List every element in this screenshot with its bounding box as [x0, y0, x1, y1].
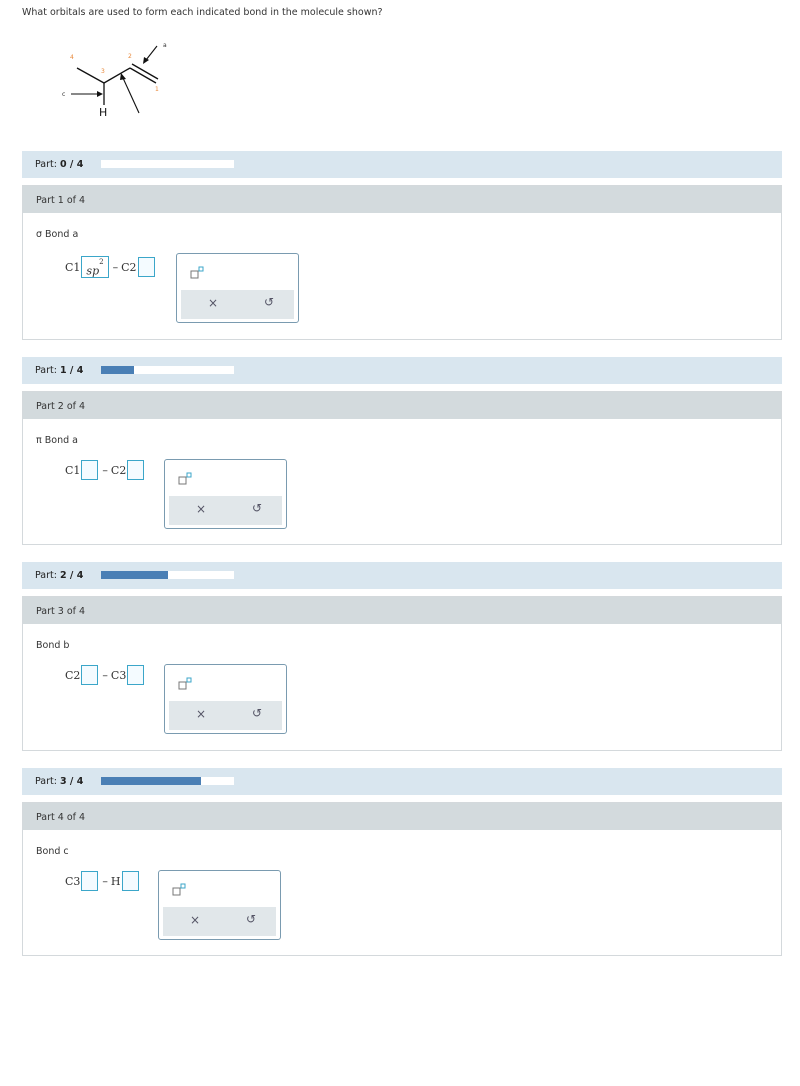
clear-button[interactable]: ×	[190, 913, 200, 927]
orbital-input-right[interactable]	[127, 460, 145, 480]
answer-expression: C3 – H	[65, 871, 140, 891]
part-card-2: Part 2 of 4 π Bond a C1 – C2 × ↺	[22, 391, 782, 545]
part-header: Part 3 of 4	[23, 597, 781, 624]
toolbox-actions: × ↺	[169, 701, 282, 730]
progress-bar: Part: 1 / 4	[22, 357, 782, 384]
superscript-icon[interactable]	[178, 472, 192, 486]
clear-button[interactable]: ×	[208, 296, 218, 310]
part-card-3: Part 3 of 4 Bond b C2 – C3 × ↺	[22, 596, 782, 751]
bond-label-a: a	[163, 42, 167, 49]
undo-button[interactable]: ↺	[252, 501, 262, 515]
toolbox-actions: × ↺	[163, 907, 276, 936]
atom-label: C2	[121, 260, 137, 274]
undo-button[interactable]: ↺	[264, 295, 274, 309]
answer-toolbox: × ↺	[164, 459, 287, 529]
answer-expression: C1 sp2 – C2	[65, 256, 156, 278]
atom-number-3: 3	[101, 68, 105, 75]
progress-bar: Part: 2 / 4	[22, 562, 782, 589]
superscript-icon[interactable]	[178, 677, 192, 691]
part-header: Part 4 of 4	[23, 803, 781, 830]
answer-toolbox: × ↺	[158, 870, 281, 940]
progress-track	[101, 366, 234, 374]
atom-label: H	[110, 874, 121, 888]
part-header: Part 2 of 4	[23, 392, 781, 419]
atom-number-1: 1	[155, 86, 159, 93]
undo-button[interactable]: ↺	[246, 912, 256, 926]
molecule-diagram: 4 3 2 1 a c H	[62, 42, 167, 119]
progress-bar: Part: 0 / 4	[22, 151, 782, 178]
answer-expression: C1 – C2	[65, 460, 145, 480]
progress-track	[101, 777, 234, 785]
orbital-input-left[interactable]	[81, 665, 99, 685]
bond-label: Bond b	[36, 640, 70, 651]
atom-h: H	[99, 106, 107, 119]
atom-label: C1	[65, 463, 81, 477]
progress-value: 3 / 4	[60, 776, 84, 787]
orbital-input-right[interactable]	[137, 257, 155, 277]
undo-button[interactable]: ↺	[252, 706, 262, 720]
atom-label: C2	[65, 668, 81, 682]
bond-label: Bond c	[36, 846, 69, 857]
bond-label-c: c	[62, 91, 65, 98]
orbital-input-left[interactable]: sp2	[81, 256, 109, 278]
question-text: What orbitals are used to form each indi…	[22, 7, 383, 18]
progress-fill	[101, 571, 168, 579]
atom-number-2: 2	[128, 53, 132, 60]
superscript-icon[interactable]	[190, 266, 204, 280]
progress-track	[101, 571, 234, 579]
atom-label: C2	[110, 463, 127, 477]
orbital-input-right[interactable]	[121, 871, 139, 891]
progress-label: Part:	[35, 365, 57, 376]
part-card-4: Part 4 of 4 Bond c C3 – H × ↺	[22, 802, 782, 956]
progress-value: 2 / 4	[60, 570, 84, 581]
toolbox-actions: × ↺	[181, 290, 294, 319]
superscript-icon[interactable]	[172, 883, 186, 897]
answer-toolbox: × ↺	[164, 664, 287, 734]
progress-value: 1 / 4	[60, 365, 84, 376]
progress-fill	[101, 366, 135, 374]
bond-label: σ Bond a	[36, 229, 79, 240]
answer-toolbox: × ↺	[176, 253, 299, 323]
progress-fill	[101, 777, 201, 785]
answer-expression: C2 – C3	[65, 665, 145, 685]
orbital-input-right[interactable]	[127, 665, 145, 685]
clear-button[interactable]: ×	[196, 707, 206, 721]
part-card-1: Part 1 of 4 σ Bond a C1 sp2 – C2 × ↺	[22, 185, 782, 340]
progress-label: Part:	[35, 776, 57, 787]
part-header: Part 1 of 4	[23, 186, 781, 213]
progress-value: 0 / 4	[60, 159, 84, 170]
progress-label: Part:	[35, 159, 57, 170]
progress-track	[101, 160, 234, 168]
orbital-input-left[interactable]	[81, 460, 99, 480]
bond-label: π Bond a	[36, 435, 78, 446]
progress-label: Part:	[35, 570, 57, 581]
orbital-input-left[interactable]	[81, 871, 99, 891]
atom-label: C1	[65, 260, 81, 274]
toolbox-actions: × ↺	[169, 496, 282, 525]
atom-number-4: 4	[70, 54, 74, 61]
atom-label: C3	[110, 668, 127, 682]
clear-button[interactable]: ×	[196, 502, 206, 516]
progress-bar: Part: 3 / 4	[22, 768, 782, 795]
atom-label: C3	[65, 874, 81, 888]
